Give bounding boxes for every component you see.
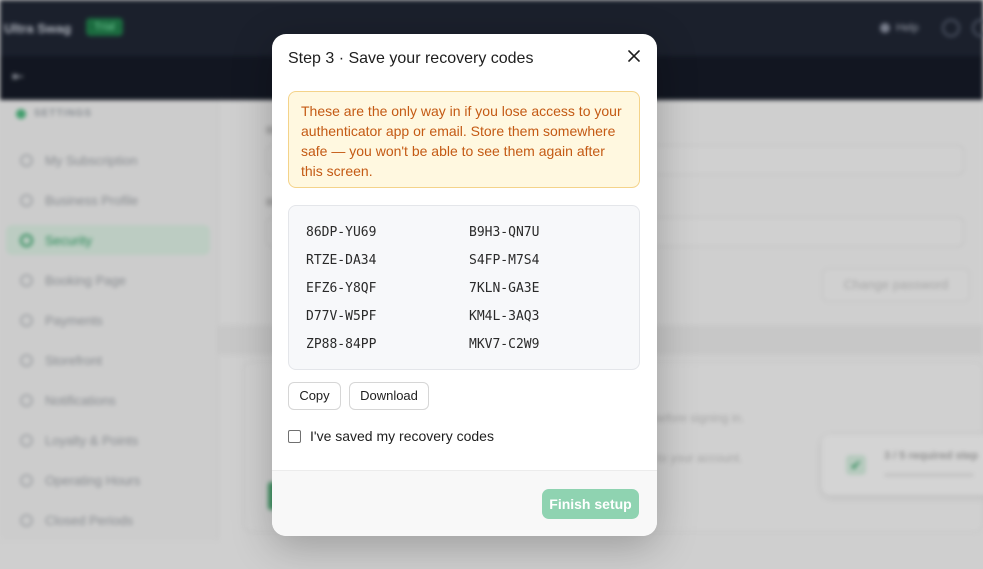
download-button[interactable]: Download <box>349 382 429 410</box>
recovery-code: MKV7-C2W9 <box>469 337 540 352</box>
recovery-code: KM4L-3AQ3 <box>469 309 540 324</box>
dialog-footer: Finish setup <box>272 470 657 536</box>
finish-setup-button[interactable]: Finish setup <box>542 489 639 519</box>
recovery-code: 7KLN-GA3E <box>469 281 540 296</box>
warning-banner: These are the only way in if you lose ac… <box>288 91 640 188</box>
confirm-saved-label[interactable]: I've saved my recovery codes <box>310 428 494 444</box>
recovery-codes-dialog: Step 3 · Save your recovery codes These … <box>272 34 657 536</box>
confirm-saved-row[interactable]: I've saved my recovery codes <box>288 428 494 444</box>
recovery-code: EFZ6-Y8QF <box>306 281 377 296</box>
confirm-saved-checkbox[interactable] <box>288 429 301 443</box>
recovery-code: D77V-W5PF <box>306 309 377 324</box>
dialog-title: Step 3 · Save your recovery codes <box>288 50 534 67</box>
recovery-code: 86DP-YU69 <box>306 225 377 240</box>
recovery-code: B9H3-QN7U <box>469 225 540 240</box>
close-icon <box>628 50 640 62</box>
recovery-code: RTZE-DA34 <box>306 253 377 268</box>
copy-button[interactable]: Copy <box>288 382 341 410</box>
close-button[interactable] <box>624 46 644 66</box>
warning-text: These are the only way in if you lose ac… <box>301 103 622 179</box>
recovery-code: ZP88-84PP <box>306 337 377 352</box>
recovery-codes-list: 86DP-YU69 B9H3-QN7U RTZE-DA34 S4FP-M7S4 … <box>288 205 640 370</box>
recovery-code: S4FP-M7S4 <box>469 253 540 268</box>
